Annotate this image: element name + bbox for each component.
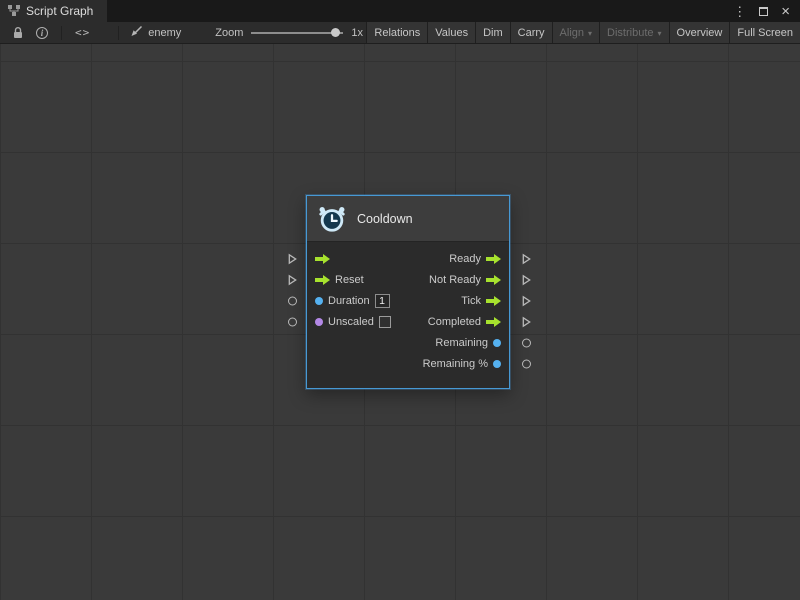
dim-button[interactable]: Dim (475, 22, 510, 43)
toolbar-separator (61, 26, 62, 40)
duration-input[interactable]: 1 (375, 294, 390, 308)
value-output-port-marker[interactable] (522, 338, 531, 347)
port-label: Ready (449, 253, 481, 265)
port-label: Unscaled (328, 316, 374, 328)
node-title: Cooldown (357, 212, 413, 226)
zoom-slider[interactable] (251, 27, 343, 38)
tab-bar: Script Graph ⋮ × (0, 0, 800, 22)
overview-button[interactable]: Overview (669, 22, 730, 43)
flow-output-port-marker[interactable] (522, 274, 531, 285)
graph-icon (8, 5, 20, 17)
port-label: Remaining % (423, 358, 488, 370)
tab-script-graph[interactable]: Script Graph (0, 0, 107, 22)
zoom-label: Zoom (215, 27, 243, 39)
alarm-clock-icon (317, 204, 347, 234)
node-row: Ready (307, 248, 509, 269)
flow-input-port-marker[interactable] (288, 274, 297, 285)
flow-out-port-icon[interactable] (486, 296, 501, 306)
node-row: Reset Not Ready (307, 269, 509, 290)
toolbar-separator (118, 26, 119, 40)
value-input-port-marker[interactable] (288, 317, 297, 326)
lock-icon[interactable] (6, 22, 30, 43)
unscaled-checkbox[interactable] (379, 316, 391, 328)
menu-icon[interactable]: ⋮ (733, 5, 746, 18)
script-graph-window: Script Graph ⋮ × i <> (0, 0, 800, 600)
info-icon[interactable]: i (30, 22, 54, 43)
node-body: Ready (307, 242, 509, 388)
port-label: Remaining (435, 337, 488, 349)
dropdown-arrow-icon: ▾ (658, 30, 662, 38)
flow-output-port-marker[interactable] (522, 253, 531, 264)
port-label: Not Ready (429, 274, 481, 286)
align-button: Align ▾ (552, 22, 599, 43)
value-in-port-icon[interactable] (315, 318, 323, 326)
tab-label: Script Graph (26, 4, 93, 18)
window-controls: ⋮ × (733, 0, 800, 22)
flow-out-port-icon[interactable] (486, 275, 501, 285)
value-input-port-marker[interactable] (288, 296, 297, 305)
graph-context[interactable]: enemy (130, 25, 181, 40)
node-row: Unscaled Completed (307, 311, 509, 332)
port-label: Completed (428, 316, 481, 328)
dropdown-arrow-icon: ▾ (588, 30, 592, 38)
value-in-port-icon[interactable] (315, 297, 323, 305)
flow-out-port-icon[interactable] (486, 317, 501, 327)
port-label: Reset (335, 274, 364, 286)
zoom-slider-handle[interactable] (331, 28, 340, 37)
value-out-port-icon[interactable] (493, 360, 501, 368)
zoom-value: 1x (351, 27, 363, 39)
port-label: Duration (328, 295, 370, 307)
node-row: Duration 1 Tick (307, 290, 509, 311)
full-screen-button[interactable]: Full Screen (729, 22, 800, 43)
flow-in-port-icon[interactable] (315, 275, 330, 285)
relations-button[interactable]: Relations (366, 22, 427, 43)
flow-input-port-marker[interactable] (288, 253, 297, 264)
values-button[interactable]: Values (427, 22, 475, 43)
carry-button[interactable]: Carry (510, 22, 552, 43)
code-brackets-icon[interactable]: <> (69, 22, 96, 43)
flow-output-port-marker[interactable] (522, 316, 531, 327)
cooldown-node-header[interactable]: Cooldown (307, 196, 509, 242)
node-row: Remaining (307, 332, 509, 353)
graph-canvas[interactable]: Cooldown Ready (0, 44, 800, 600)
zoom-slider-track (251, 32, 343, 34)
pointer-icon (130, 25, 143, 40)
close-icon[interactable]: × (781, 4, 790, 19)
cooldown-node[interactable]: Cooldown Ready (306, 195, 510, 389)
toolbar: i <> enemy Zoom 1x Relat (0, 22, 800, 44)
zoom-control: Zoom 1x (215, 27, 363, 39)
value-output-port-marker[interactable] (522, 359, 531, 368)
node-row: Remaining % (307, 353, 509, 374)
maximize-icon[interactable] (759, 7, 768, 16)
flow-output-port-marker[interactable] (522, 295, 531, 306)
port-label: Tick (461, 295, 481, 307)
context-label: enemy (148, 27, 181, 39)
value-out-port-icon[interactable] (493, 339, 501, 347)
toolbar-button-group: Relations Values Dim Carry Align ▾ Distr… (366, 22, 800, 43)
flow-in-port-icon[interactable] (315, 254, 330, 264)
distribute-button: Distribute ▾ (599, 22, 668, 43)
flow-out-port-icon[interactable] (486, 254, 501, 264)
